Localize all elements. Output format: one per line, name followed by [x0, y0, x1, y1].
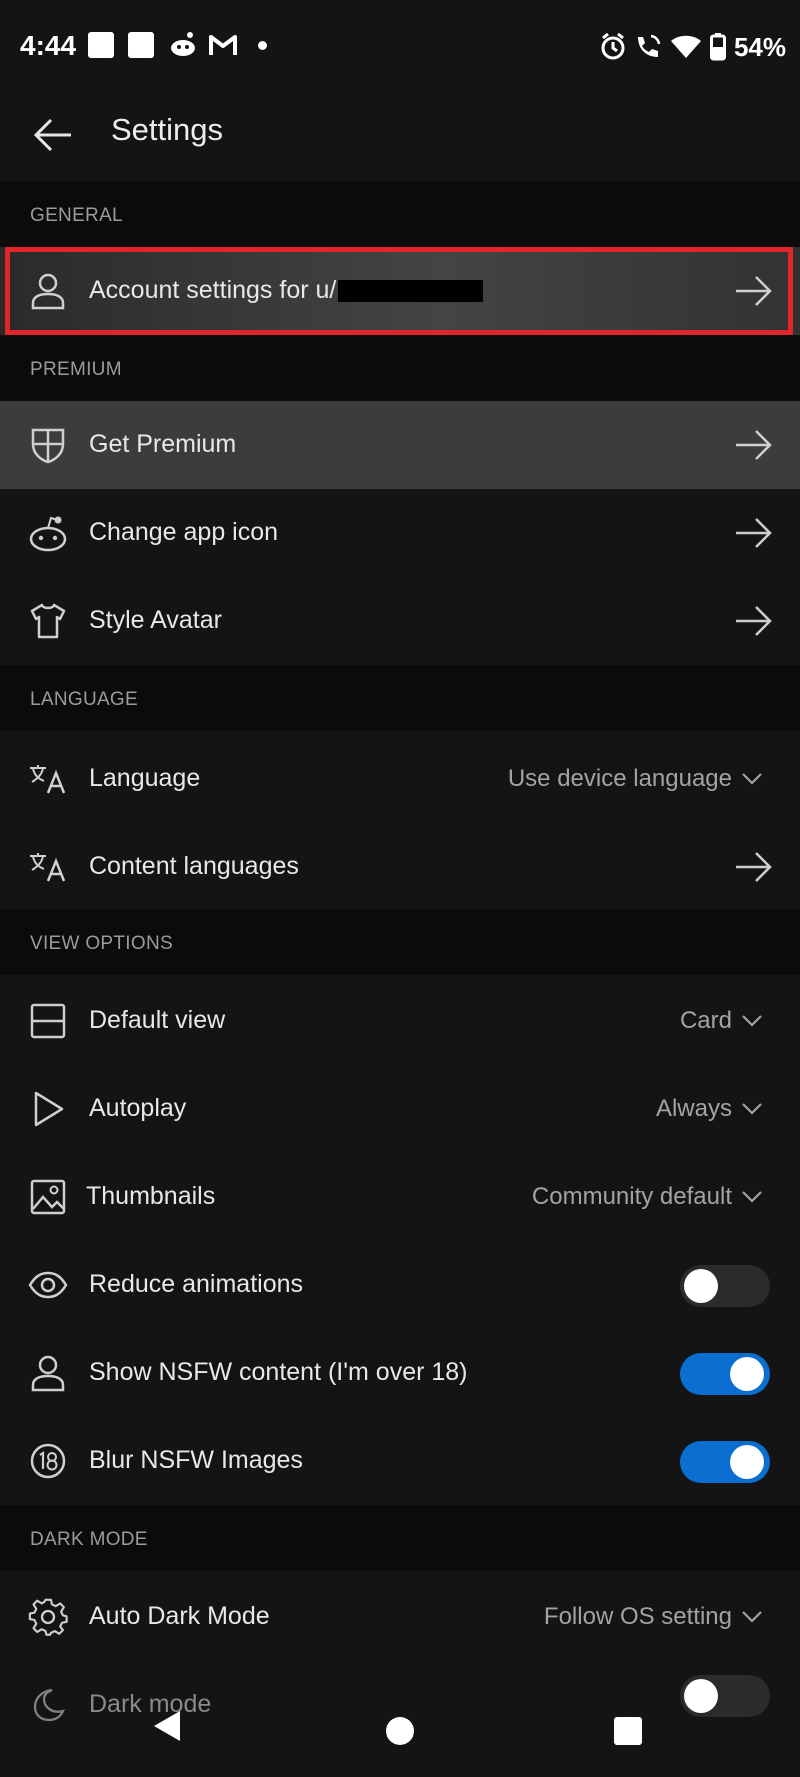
- chevron-down-icon: [742, 1015, 762, 1027]
- more-notifications-dot: [258, 41, 267, 50]
- section-header-view-options: VIEW OPTIONS: [0, 909, 800, 975]
- shield-icon: [26, 423, 70, 467]
- image-icon: [26, 1175, 70, 1219]
- auto-dark-mode-row[interactable]: Auto Dark Mode Follow OS setting: [0, 1573, 800, 1661]
- nav-back-button[interactable]: [152, 1709, 182, 1743]
- autoplay-dropdown[interactable]: Always: [656, 1095, 762, 1123]
- content-languages-label: Content languages: [89, 852, 299, 880]
- change-app-icon-row[interactable]: Change app icon: [0, 489, 800, 577]
- battery-icon: [709, 33, 726, 61]
- nav-home-button[interactable]: [386, 1717, 414, 1745]
- language-value: Use device language: [507, 765, 732, 792]
- arrow-right-icon: [736, 430, 772, 460]
- arrow-right-icon: [736, 852, 772, 882]
- person-icon: [26, 1351, 70, 1395]
- default-view-row[interactable]: Default view Card: [0, 977, 800, 1065]
- autoplay-row[interactable]: Autoplay Always: [0, 1065, 800, 1153]
- arrow-right-icon: [736, 606, 772, 636]
- status-bar: 4:44 54%: [0, 0, 800, 90]
- reddit-icon: [26, 511, 70, 555]
- arrow-right-icon: [736, 518, 772, 548]
- blur-nsfw-toggle[interactable]: [680, 1441, 770, 1483]
- reddit-notification-icon: [168, 30, 198, 58]
- account-settings-label: Account settings for u/: [89, 276, 484, 305]
- wifi-call-icon: [634, 33, 662, 61]
- default-view-value: Card: [679, 1007, 732, 1034]
- arrow-left-icon: [33, 118, 71, 152]
- notification-icon: [88, 32, 114, 58]
- gear-icon: [26, 1595, 70, 1639]
- blur-nsfw-row[interactable]: Blur NSFW Images: [0, 1417, 800, 1505]
- language-dropdown[interactable]: Use device language: [508, 765, 762, 793]
- thumbnails-dropdown[interactable]: Community default: [532, 1183, 762, 1211]
- arrow-right-icon: [736, 276, 772, 306]
- battery-percent: 54%: [733, 31, 786, 62]
- get-premium-row[interactable]: Get Premium: [0, 401, 800, 489]
- show-nsfw-toggle[interactable]: [680, 1353, 770, 1395]
- person-icon: [26, 269, 70, 313]
- thumbnails-value: Community default: [531, 1183, 732, 1210]
- change-app-icon-label: Change app icon: [89, 518, 279, 546]
- wifi-icon: [670, 34, 702, 60]
- section-header-dark-mode: DARK MODE: [0, 1505, 800, 1571]
- layout-icon: [26, 999, 70, 1043]
- eye-icon: [26, 1263, 70, 1307]
- nav-recents-button[interactable]: [614, 1717, 642, 1745]
- account-settings-row[interactable]: Account settings for u/: [0, 247, 800, 335]
- content-languages-row[interactable]: Content languages: [0, 823, 800, 911]
- show-nsfw-label: Show NSFW content (I'm over 18): [89, 1358, 468, 1386]
- reduce-animations-row[interactable]: Reduce animations: [0, 1241, 800, 1329]
- alarm-icon: [600, 33, 626, 61]
- reduce-animations-toggle[interactable]: [680, 1265, 770, 1307]
- shirt-icon: [26, 599, 70, 643]
- autoplay-value: Always: [655, 1095, 732, 1122]
- language-label: Language: [89, 764, 201, 792]
- translate-icon: [26, 757, 70, 801]
- system-nav-bar: [0, 1687, 800, 1777]
- default-view-dropdown[interactable]: Card: [680, 1007, 762, 1035]
- language-row[interactable]: Language Use device language: [0, 735, 800, 823]
- redacted-username: [338, 280, 484, 303]
- translate-icon: [26, 845, 70, 889]
- section-header-language: LANGUAGE: [0, 665, 800, 731]
- blur-nsfw-label: Blur NSFW Images: [89, 1446, 303, 1474]
- play-icon: [26, 1087, 70, 1131]
- auto-dark-mode-label: Auto Dark Mode: [89, 1602, 270, 1630]
- default-view-label: Default view: [89, 1006, 226, 1034]
- get-premium-label: Get Premium: [89, 430, 237, 458]
- section-header-general: GENERAL: [0, 181, 800, 247]
- style-avatar-label: Style Avatar: [89, 606, 222, 634]
- toggle-knob: [730, 1357, 764, 1391]
- status-right: 54%: [600, 30, 786, 64]
- auto-dark-mode-dropdown[interactable]: Follow OS setting: [544, 1603, 762, 1631]
- notification-icon: [128, 32, 154, 58]
- chevron-down-icon: [742, 1191, 762, 1203]
- page-title: Settings: [111, 112, 224, 147]
- toggle-knob: [684, 1269, 718, 1303]
- show-nsfw-row[interactable]: Show NSFW content (I'm over 18): [0, 1329, 800, 1417]
- thumbnails-label: Thumbnails: [86, 1182, 216, 1210]
- status-time: 4:44: [20, 30, 77, 61]
- thumbnails-row[interactable]: Thumbnails Community default: [0, 1153, 800, 1241]
- chevron-down-icon: [742, 1103, 762, 1115]
- section-header-premium: PREMIUM: [0, 335, 800, 401]
- app-header: Settings: [0, 90, 800, 180]
- autoplay-label: Autoplay: [89, 1094, 187, 1122]
- chevron-down-icon: [742, 773, 762, 785]
- auto-dark-mode-value: Follow OS setting: [543, 1603, 732, 1630]
- chevron-down-icon: [742, 1611, 762, 1623]
- style-avatar-row[interactable]: Style Avatar: [0, 577, 800, 665]
- back-button[interactable]: [28, 110, 78, 160]
- reduce-animations-label: Reduce animations: [89, 1270, 304, 1298]
- 18-plus-icon: [26, 1439, 70, 1483]
- toggle-knob: [730, 1445, 764, 1479]
- gmail-icon: [208, 33, 238, 57]
